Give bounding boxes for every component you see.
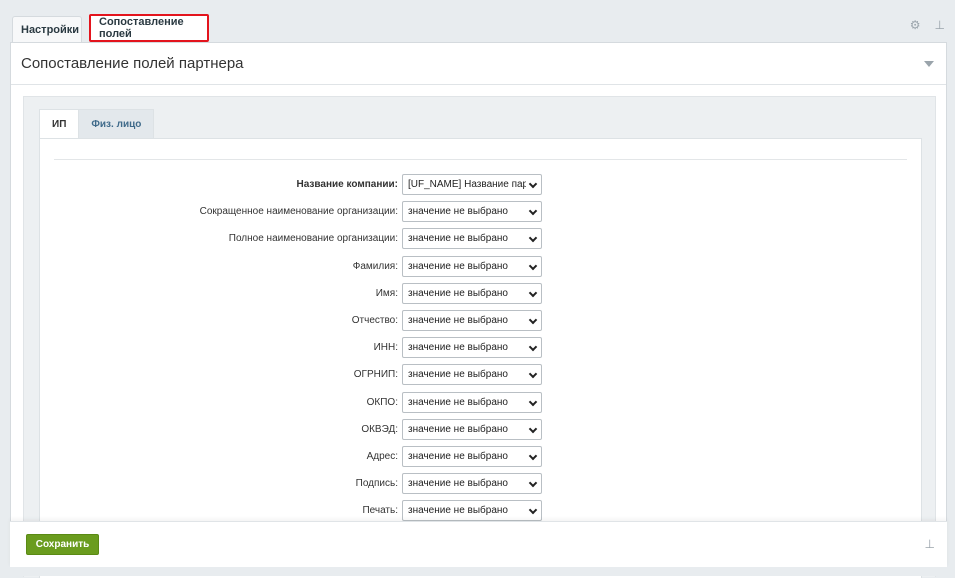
chevron-down-icon [528, 370, 538, 379]
chevron-down-icon [528, 206, 538, 216]
panel-title: Сопоставление полей партнера [21, 55, 244, 72]
select-value: значение не выбрано [408, 423, 508, 435]
field-select[interactable]: значение не выбрано [402, 201, 542, 223]
field-label: Название компании: [296, 179, 399, 190]
field-label: Сокращенное наименование организации: [199, 206, 398, 218]
select-value: значение не выбрано [408, 505, 508, 517]
field-select[interactable]: значение не выбрано [402, 418, 542, 440]
pin-icon[interactable]: ⊥ [925, 537, 935, 551]
chevron-down-icon [528, 288, 538, 298]
tab-ip[interactable]: ИП [39, 109, 80, 139]
field-select[interactable]: значение не выбрано [402, 228, 542, 250]
field-select[interactable]: значение не выбрано [402, 310, 542, 331]
select-value: значение не выбрано [408, 233, 508, 245]
field-select[interactable]: значение не выбрано [402, 446, 542, 467]
top-tab-bar: Настройки Сопоставление полей ⚙ ⊥ [0, 0, 955, 42]
form-row: Печать: значение не выбрано [40, 500, 923, 522]
chevron-down-icon [528, 261, 538, 270]
select-value: значение не выбрано [408, 451, 508, 462]
select-value: значение не выбрано [408, 206, 508, 218]
form-row: Сокращенное наименование организации: зна… [40, 201, 923, 223]
field-label: Подпись: [355, 478, 398, 490]
field-label: ОКПО: [366, 396, 398, 408]
field-select[interactable]: значение не выбрано [402, 364, 542, 386]
form-row: Полное наименование организации: значение… [40, 228, 923, 250]
pin-icon[interactable]: ⊥ [935, 19, 945, 31]
form-row: ОКПО: значение не выбрано [40, 391, 923, 414]
field-label: ИНН: [373, 342, 398, 354]
bottom-strip [0, 567, 955, 576]
field-select[interactable]: [UF_NAME] Название партнера [402, 174, 542, 195]
form-row: Фамилия: значение не выбрано [40, 255, 923, 278]
select-value: значение не выбрано [408, 396, 508, 408]
chevron-down-icon [528, 506, 538, 515]
select-value: [UF_NAME] Название партнера [408, 179, 526, 190]
chevron-down-icon [528, 315, 538, 325]
field-label: Фамилия: [352, 260, 398, 272]
select-value: значение не выбрано [408, 287, 508, 299]
chevron-down-icon [528, 451, 538, 461]
form-row: ОКВЭД: значение не выбрано [40, 418, 923, 441]
field-label: Имя: [375, 287, 398, 299]
select-value: значение не выбрано [408, 369, 508, 381]
chevron-down-icon [528, 179, 538, 189]
form-area: Название компании: [UF_NAME] Название пар… [39, 138, 922, 578]
field-label: ОГРНИП: [353, 369, 398, 381]
form-row: ОГРНИП: значение не выбрано [40, 364, 923, 386]
field-select[interactable]: значение не выбрано [402, 473, 542, 495]
field-label: Полное наименование организации: [228, 233, 398, 245]
panel-header[interactable]: Сопоставление полей партнера [11, 43, 946, 85]
tab-settings[interactable]: Настройки [12, 16, 82, 42]
save-button[interactable]: Сохранить [26, 534, 99, 555]
footer-bar: Сохранить ⊥ [10, 521, 947, 567]
chevron-down-icon [528, 397, 538, 406]
field-select[interactable]: значение не выбрано [402, 282, 542, 304]
tab-individual[interactable]: Физ. лицо [79, 109, 155, 139]
triangle-down-icon[interactable] [924, 61, 934, 67]
chevron-down-icon [528, 342, 538, 352]
inner-section: ИП Физ. лицо Название компании: [UF_NAME]… [23, 96, 936, 578]
mapping-panel: Сопоставление полей партнера ИП Физ. лиц… [10, 42, 947, 578]
gear-icon[interactable]: ⚙ [910, 19, 921, 31]
field-select[interactable]: значение не выбрано [402, 500, 542, 522]
select-value: значение не выбрано [408, 342, 508, 354]
form-row: ИНН: значение не выбрано [40, 337, 923, 359]
select-value: значение не выбрано [408, 478, 508, 490]
divider [54, 159, 907, 160]
field-label: Адрес: [366, 451, 398, 462]
top-icons: ⚙ ⊥ [910, 19, 945, 31]
field-label: Отчество: [351, 315, 398, 326]
form-row: Адрес: значение не выбрано [40, 446, 923, 468]
select-value: значение не выбрано [408, 260, 508, 272]
form-row: Имя: значение не выбрано [40, 282, 923, 305]
form-row: Название компании: [UF_NAME] Название пар… [40, 174, 923, 196]
field-select[interactable]: значение не выбрано [402, 337, 542, 359]
select-value: значение не выбрано [408, 315, 508, 326]
field-select[interactable]: значение не выбрано [402, 255, 542, 277]
tab-field-mapping[interactable]: Сопоставление полей [89, 14, 209, 42]
inner-tab-bar: ИП Физ. лицо [39, 109, 155, 139]
chevron-down-icon [528, 234, 538, 243]
chevron-down-icon [528, 478, 538, 488]
form-row: Подпись: значение не выбрано [40, 473, 923, 495]
field-label: ОКВЭД: [361, 423, 398, 435]
chevron-down-icon [528, 424, 538, 434]
field-label: Печать: [362, 505, 398, 517]
form-row: Отчество: значение не выбрано [40, 310, 923, 332]
field-select[interactable]: значение не выбрано [402, 391, 542, 413]
